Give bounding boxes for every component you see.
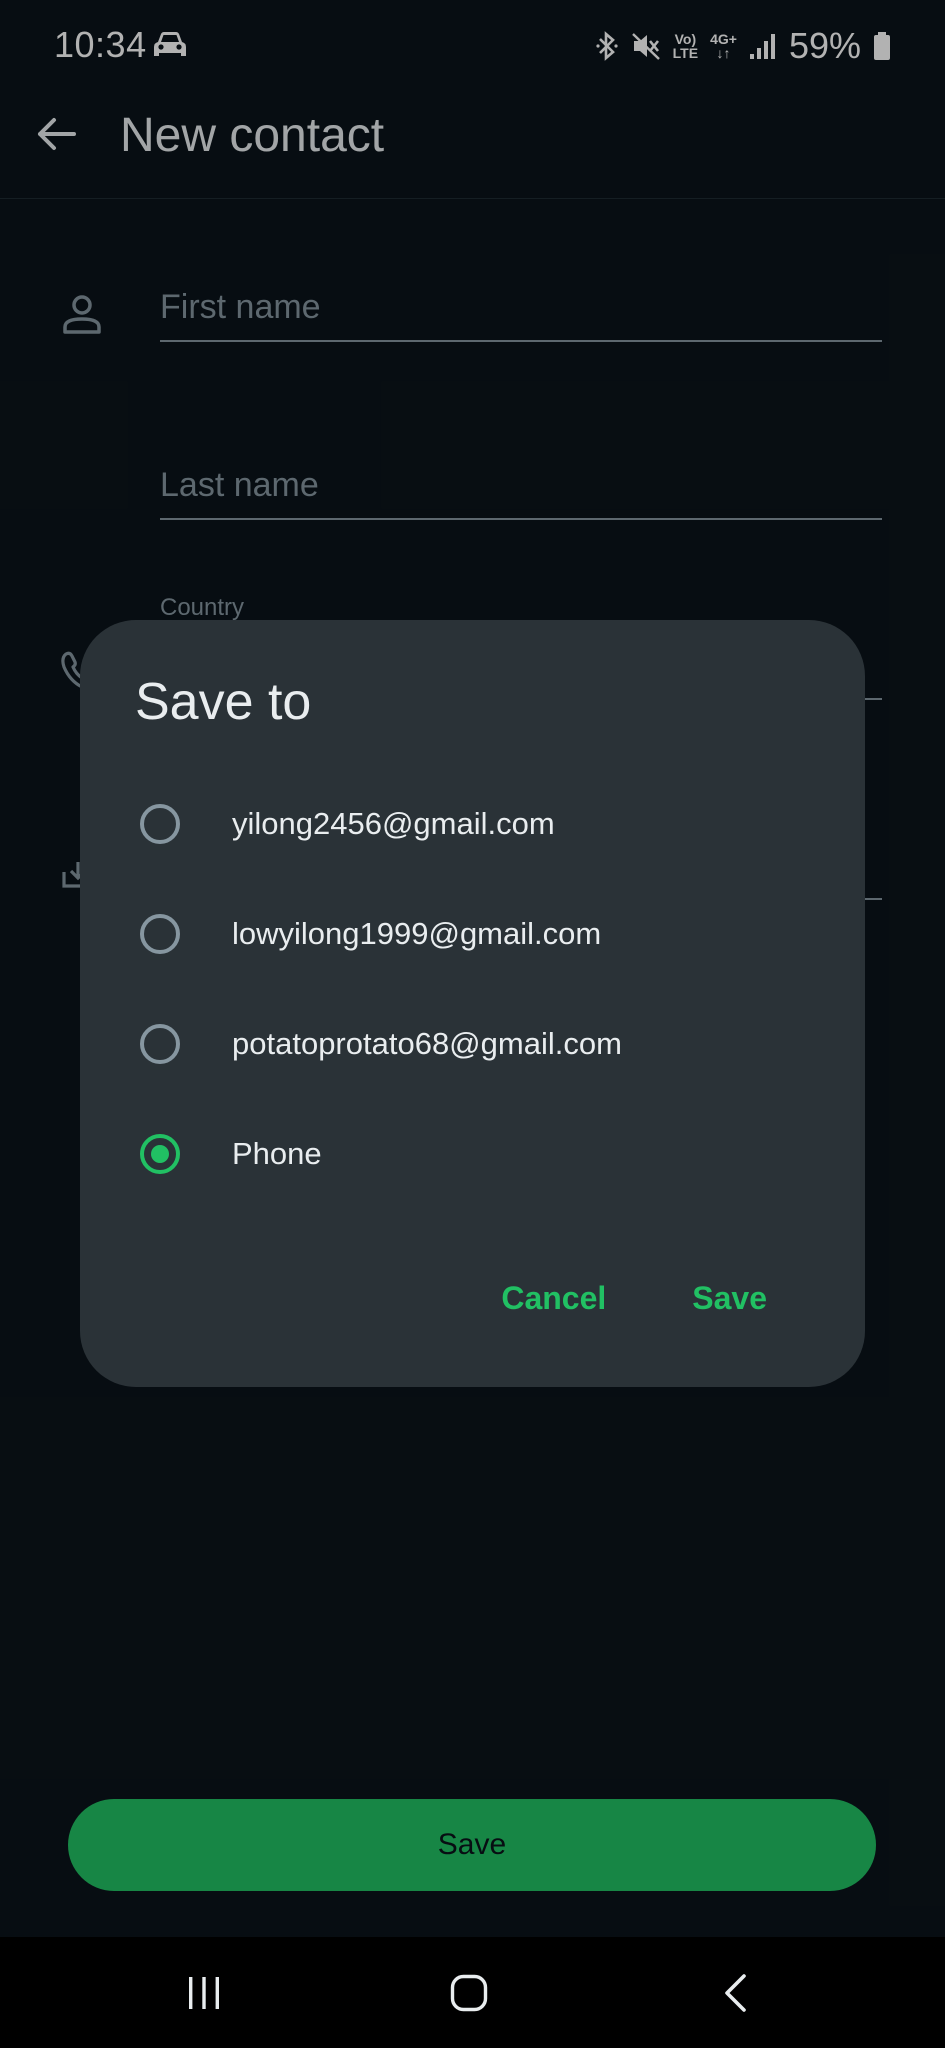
dialog-actions: Cancel Save — [501, 1280, 767, 1330]
radio-button[interactable] — [140, 1024, 180, 1064]
radio-button[interactable] — [140, 914, 180, 954]
new-contact-screen: 10:34 Vo) LTE 4G+ ↓↑ 59% New contact Fir… — [0, 0, 945, 2048]
dialog-save-button[interactable]: Save — [692, 1280, 767, 1330]
home-icon[interactable] — [450, 1974, 488, 2012]
recent-apps-icon[interactable] — [186, 1975, 222, 2011]
cancel-button[interactable]: Cancel — [501, 1280, 606, 1330]
nav-back-icon[interactable] — [722, 1973, 748, 2013]
option-phone[interactable]: Phone — [120, 1112, 825, 1202]
system-nav-bar — [0, 1937, 945, 2048]
radio-button-selected[interactable] — [140, 1134, 180, 1174]
dialog-title: Save to — [135, 673, 312, 731]
option-account-1[interactable]: yilong2456@gmail.com — [120, 782, 825, 872]
option-account-2[interactable]: lowyilong1999@gmail.com — [120, 892, 825, 982]
option-account-3[interactable]: potatoprotato68@gmail.com — [120, 1002, 825, 1092]
radio-button[interactable] — [140, 804, 180, 844]
option-label: potatoprotato68@gmail.com — [232, 1026, 622, 1061]
option-label: lowyilong1999@gmail.com — [232, 916, 602, 951]
option-label: Phone — [232, 1136, 322, 1171]
option-label: yilong2456@gmail.com — [232, 806, 555, 841]
save-to-dialog: Save to yilong2456@gmail.com lowyilong19… — [80, 620, 865, 1387]
